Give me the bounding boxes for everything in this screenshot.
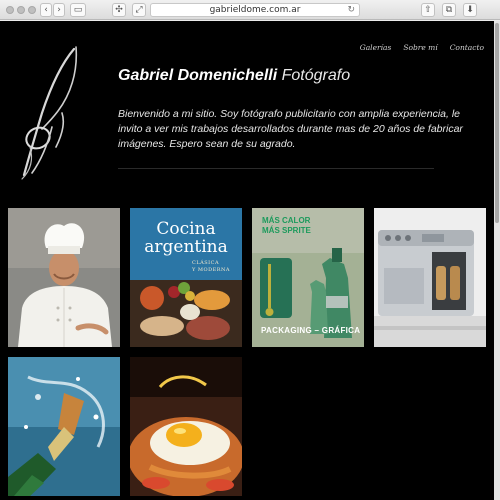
fullscreen-button[interactable]: ⤢ [132, 3, 146, 17]
gallery-tile-egg-dish[interactable] [130, 357, 242, 496]
tabs-button[interactable]: ⧉ [442, 3, 456, 17]
nav-link-sobre-mi[interactable]: Sobre mí [403, 43, 437, 52]
main-nav: Galerías Sobre mí Contacto [360, 43, 484, 52]
divider [118, 168, 434, 169]
downloads-button[interactable]: ⬇ [463, 3, 477, 17]
page-title: Gabriel Domenichelli Fotógrafo [118, 67, 350, 85]
gallery-tile-toaster[interactable] [374, 208, 486, 347]
url-text: gabrieldome.com.ar [209, 5, 301, 15]
nav-link-contacto[interactable]: Contacto [450, 43, 484, 52]
book-title-line1: Cocina [156, 219, 216, 239]
tile-label-packaging: PACKAGING – GRÁFICA [261, 326, 361, 335]
extension-icon: ✣ [115, 5, 123, 15]
share-icon: ⇧ [424, 5, 432, 15]
download-icon: ⬇ [466, 5, 474, 15]
photographer-role: Fotógrafo [281, 67, 351, 84]
toaster-photo [374, 208, 486, 347]
ad-headline-line2: MÁS SPRITE [262, 226, 311, 235]
tabs-icon: ⧉ [445, 5, 453, 15]
gallery-tile-champagne[interactable] [8, 357, 120, 496]
intro-text: Bienvenido a mi sitio. Soy fotógrafo pub… [118, 108, 463, 150]
ad-headline-line1: MÁS CALOR [262, 216, 311, 225]
gd-signature-logo[interactable] [12, 43, 92, 183]
close-window-icon[interactable] [6, 6, 14, 14]
chevron-left-icon: ‹ [44, 5, 48, 15]
chef-photo [8, 208, 120, 347]
egg-dish-photo [130, 357, 242, 496]
minimize-window-icon[interactable] [17, 6, 25, 14]
gallery-tile-packaging-grafica[interactable]: MÁS CALOR MÁS SPRITE PACKAGING – GRÁFICA [252, 208, 364, 347]
book-subtitle-line2: Y MODERNA [192, 267, 231, 273]
book-title-line2: argentina [144, 237, 228, 257]
champagne-photo [8, 357, 120, 496]
nav-link-galerias[interactable]: Galerías [360, 43, 392, 52]
share-button[interactable]: ⇧ [421, 3, 435, 17]
back-button[interactable]: ‹ [40, 3, 52, 17]
address-bar[interactable]: gabrieldome.com.ar ↻ [150, 3, 360, 17]
photographer-name: Gabriel Domenichelli [118, 67, 278, 84]
chevron-right-icon: › [57, 5, 61, 15]
page-scrollbar[interactable] [494, 21, 500, 500]
forward-button[interactable]: › [53, 3, 65, 17]
extension-button[interactable]: ✣ [112, 3, 126, 17]
zoom-window-icon[interactable] [28, 6, 36, 14]
gallery-tile-chef[interactable] [8, 208, 120, 347]
book-subtitle-line1: CLÁSICA [192, 260, 220, 266]
sidebar-button[interactable]: ▭ [70, 3, 86, 17]
browser-toolbar: ‹ › ▭ ✣ ⤢ gabrieldome.com.ar ↻ ⇧ ⧉ ⬇ [0, 0, 500, 20]
web-page: Galerías Sobre mí Contacto Gabriel Domen… [0, 21, 494, 500]
expand-icon: ⤢ [135, 5, 143, 15]
reload-icon[interactable]: ↻ [347, 4, 355, 16]
scrollbar-thumb[interactable] [495, 23, 499, 223]
gallery-tile-cocina-argentina[interactable]: Cocina argentina CLÁSICA Y MODERNA [130, 208, 242, 347]
sidebar-icon: ▭ [73, 5, 83, 15]
